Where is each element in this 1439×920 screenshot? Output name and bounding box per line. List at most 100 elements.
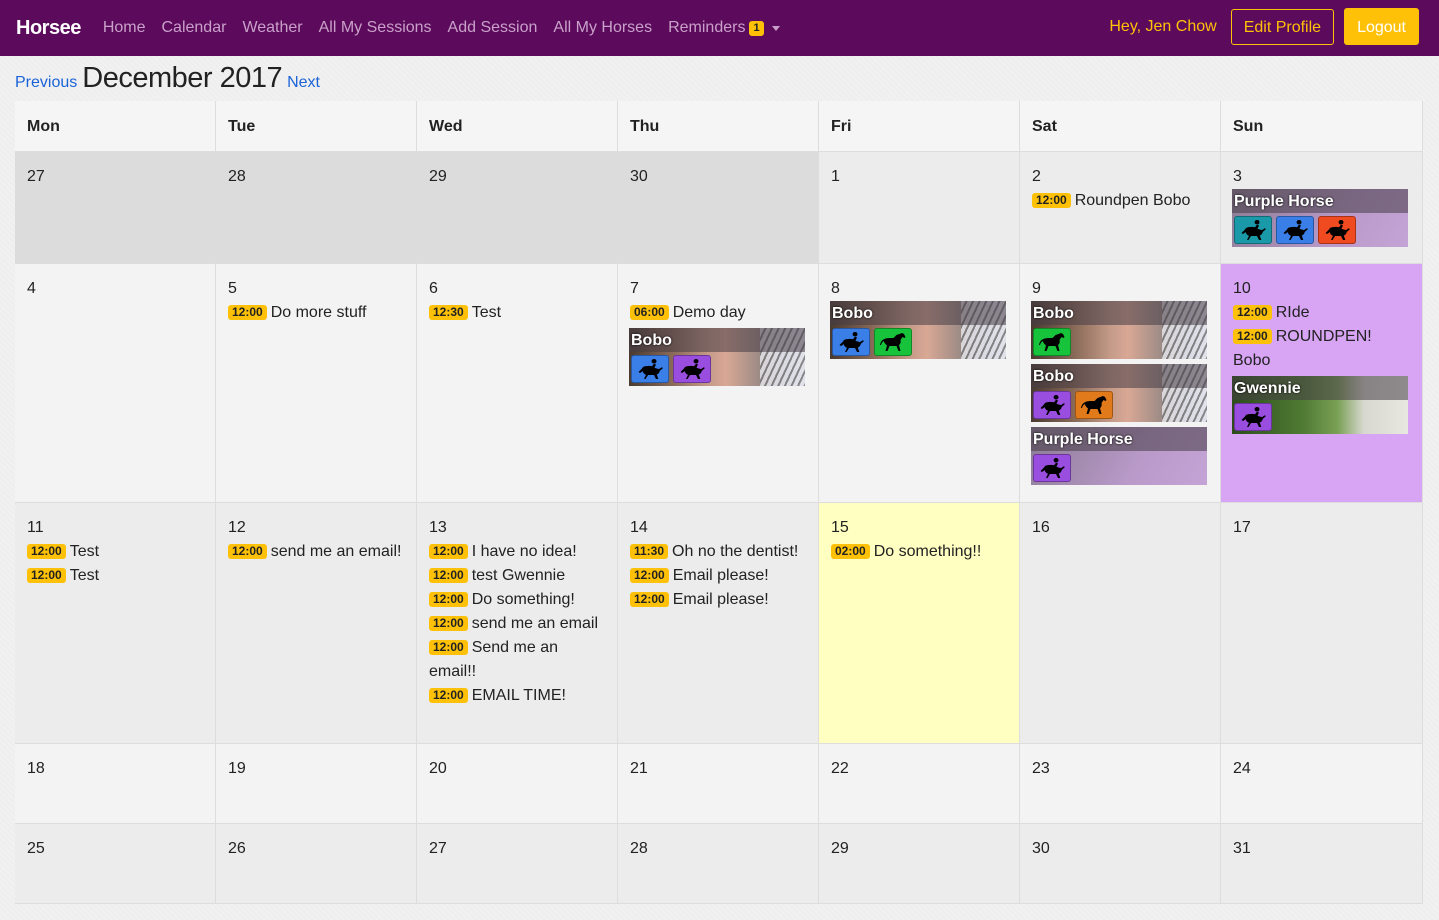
calendar-day-cell[interactable]: 2 12:00 Roundpen Bobo	[1020, 152, 1221, 264]
event-time-badge: 12:00	[429, 640, 468, 655]
calendar-day-cell[interactable]: 8 Bobo	[819, 264, 1020, 503]
day-number: 10	[1233, 280, 1251, 297]
nav-weather[interactable]: Weather	[242, 19, 302, 37]
brand-logo[interactable]: Horsee	[16, 17, 81, 40]
calendar-day-cell[interactable]: 7 06:00 Demo day Bobo	[618, 264, 819, 503]
calendar-event[interactable]: 12:00 Email please!	[630, 588, 806, 612]
calendar-event[interactable]: 12:00 Roundpen Bobo	[1032, 189, 1208, 213]
calendar-day-cell[interactable]: 26	[216, 824, 417, 904]
horse-name: Gwennie	[1232, 376, 1408, 400]
calendar-event[interactable]: 12:00 EMAIL TIME!	[429, 684, 605, 708]
next-month-link[interactable]: Next	[287, 74, 320, 92]
event-time-badge: 11:30	[630, 544, 669, 559]
calendar-day-cell[interactable]: 29	[417, 152, 618, 264]
calendar-day-cell[interactable]: 24	[1221, 744, 1423, 824]
calendar-day-cell[interactable]: 14 11:30 Oh no the dentist! 12:00 Email plea…	[618, 503, 819, 744]
nav-calendar[interactable]: Calendar	[162, 19, 227, 37]
calendar-event[interactable]: 12:00 Test	[27, 540, 203, 564]
nav-all-sessions[interactable]: All My Sessions	[319, 19, 432, 37]
day-number: 13	[429, 519, 447, 536]
calendar-day-cell[interactable]: 12 12:00 send me an email!	[216, 503, 417, 744]
day-number: 9	[1032, 280, 1041, 297]
event-time-badge: 12:00	[630, 568, 669, 583]
calendar-day-cell[interactable]: 10 12:00 RIde 12:00 ROUNDPEN! Bobo Gwennie	[1221, 264, 1423, 503]
day-number: 18	[27, 760, 45, 777]
calendar-day-cell[interactable]: 3 Purple Horse	[1221, 152, 1423, 264]
previous-month-link[interactable]: Previous	[15, 74, 77, 92]
calendar-day-cell[interactable]: 30	[1020, 824, 1221, 904]
event-title: Test	[69, 567, 100, 584]
month-title: December 2017	[82, 62, 283, 94]
calendar-day-cell[interactable]: 31	[1221, 824, 1423, 904]
calendar-day-cell[interactable]: 9 Bobo Bobo Purple Horse	[1020, 264, 1221, 503]
horse-rider-icon	[1033, 454, 1071, 482]
weekday-header: Sun	[1221, 101, 1423, 152]
calendar-day-cell[interactable]: 28	[216, 152, 417, 264]
calendar-day-cell[interactable]: 29	[819, 824, 1020, 904]
calendar-event[interactable]: 12:30 Test	[429, 301, 605, 325]
horse-icon	[1075, 391, 1113, 419]
nav-home[interactable]: Home	[103, 19, 146, 37]
horse-session-card[interactable]: Bobo	[629, 328, 805, 386]
calendar-day-cell[interactable]: 21	[618, 744, 819, 824]
calendar-day-cell[interactable]: 23	[1020, 744, 1221, 824]
event-title: send me an email	[471, 615, 598, 632]
calendar-event[interactable]: 12:00 I have no idea!	[429, 540, 605, 564]
calendar-event[interactable]: 12:00 test Gwennie	[429, 564, 605, 588]
nav-add-session[interactable]: Add Session	[448, 19, 538, 37]
calendar-day-cell[interactable]: 4	[15, 264, 216, 503]
day-number: 26	[228, 840, 246, 857]
calendar-event[interactable]: 12:00 Send me an email!!	[429, 636, 605, 684]
calendar-day-cell[interactable]: 19	[216, 744, 417, 824]
calendar-day-cell[interactable]: 30	[618, 152, 819, 264]
day-number: 23	[1032, 760, 1050, 777]
calendar-day-cell[interactable]: 27	[15, 152, 216, 264]
calendar-day-cell[interactable]: 11 12:00 Test 12:00 Test	[15, 503, 216, 744]
event-title: Email please!	[672, 567, 769, 584]
calendar-event[interactable]: 12:00 Do something!	[429, 588, 605, 612]
calendar-day-cell[interactable]: 15 02:00 Do something!!	[819, 503, 1020, 744]
horse-session-card[interactable]: Gwennie	[1232, 376, 1408, 434]
calendar-event[interactable]: 12:00 RIde	[1233, 301, 1410, 325]
calendar-day-cell[interactable]: 27	[417, 824, 618, 904]
calendar-day-cell[interactable]: 22	[819, 744, 1020, 824]
day-number: 30	[1032, 840, 1050, 857]
calendar-event[interactable]: 12:00 ROUNDPEN! Bobo	[1233, 325, 1410, 373]
horse-session-card[interactable]: Bobo	[1031, 301, 1207, 359]
event-time-badge: 12:00	[27, 544, 66, 559]
calendar-day-cell[interactable]: 25	[15, 824, 216, 904]
event-title: Test	[69, 543, 100, 560]
weekday-header: Wed	[417, 101, 618, 152]
calendar-day-cell[interactable]: 13 12:00 I have no idea! 12:00 test Gwennie 1…	[417, 503, 618, 744]
nav-all-horses[interactable]: All My Horses	[553, 19, 652, 37]
calendar-day-cell[interactable]: 6 12:30 Test	[417, 264, 618, 503]
calendar-event[interactable]: 02:00 Do something!!	[831, 540, 1007, 564]
horse-session-card[interactable]: Purple Horse	[1232, 189, 1408, 247]
calendar-event[interactable]: 11:30 Oh no the dentist!	[630, 540, 806, 564]
calendar-event[interactable]: 06:00 Demo day	[630, 301, 806, 325]
calendar-week-row: 25 26 27 28 29 30 31	[15, 824, 1423, 904]
calendar-event[interactable]: 12:00 Do more stuff	[228, 301, 404, 325]
edit-profile-button[interactable]: Edit Profile	[1230, 8, 1335, 45]
month-header: Previous December 2017 Next	[15, 62, 320, 95]
horse-session-card[interactable]: Purple Horse	[1031, 427, 1207, 485]
calendar-day-cell[interactable]: 1	[819, 152, 1020, 264]
calendar-day-cell[interactable]: 18	[15, 744, 216, 824]
calendar-day-cell[interactable]: 17	[1221, 503, 1423, 744]
logout-button[interactable]: Logout	[1344, 8, 1419, 45]
calendar-day-cell[interactable]: 5 12:00 Do more stuff	[216, 264, 417, 503]
calendar-day-cell[interactable]: 16	[1020, 503, 1221, 744]
horse-session-card[interactable]: Bobo	[1031, 364, 1207, 422]
day-number: 29	[429, 168, 447, 185]
calendar-day-cell[interactable]: 20	[417, 744, 618, 824]
horse-session-card[interactable]: Bobo	[830, 301, 1006, 359]
nav-reminders-dropdown[interactable]: Reminders 1	[668, 19, 780, 37]
horse-name: Bobo	[1031, 364, 1207, 388]
event-time-badge: 12:00	[429, 544, 468, 559]
nav-menu: Home Calendar Weather All My Sessions Ad…	[95, 19, 788, 37]
calendar-day-cell[interactable]: 28	[618, 824, 819, 904]
calendar-event[interactable]: 12:00 send me an email!	[228, 540, 404, 564]
calendar-event[interactable]: 12:00 Test	[27, 564, 203, 588]
calendar-event[interactable]: 12:00 send me an email	[429, 612, 605, 636]
calendar-event[interactable]: 12:00 Email please!	[630, 564, 806, 588]
